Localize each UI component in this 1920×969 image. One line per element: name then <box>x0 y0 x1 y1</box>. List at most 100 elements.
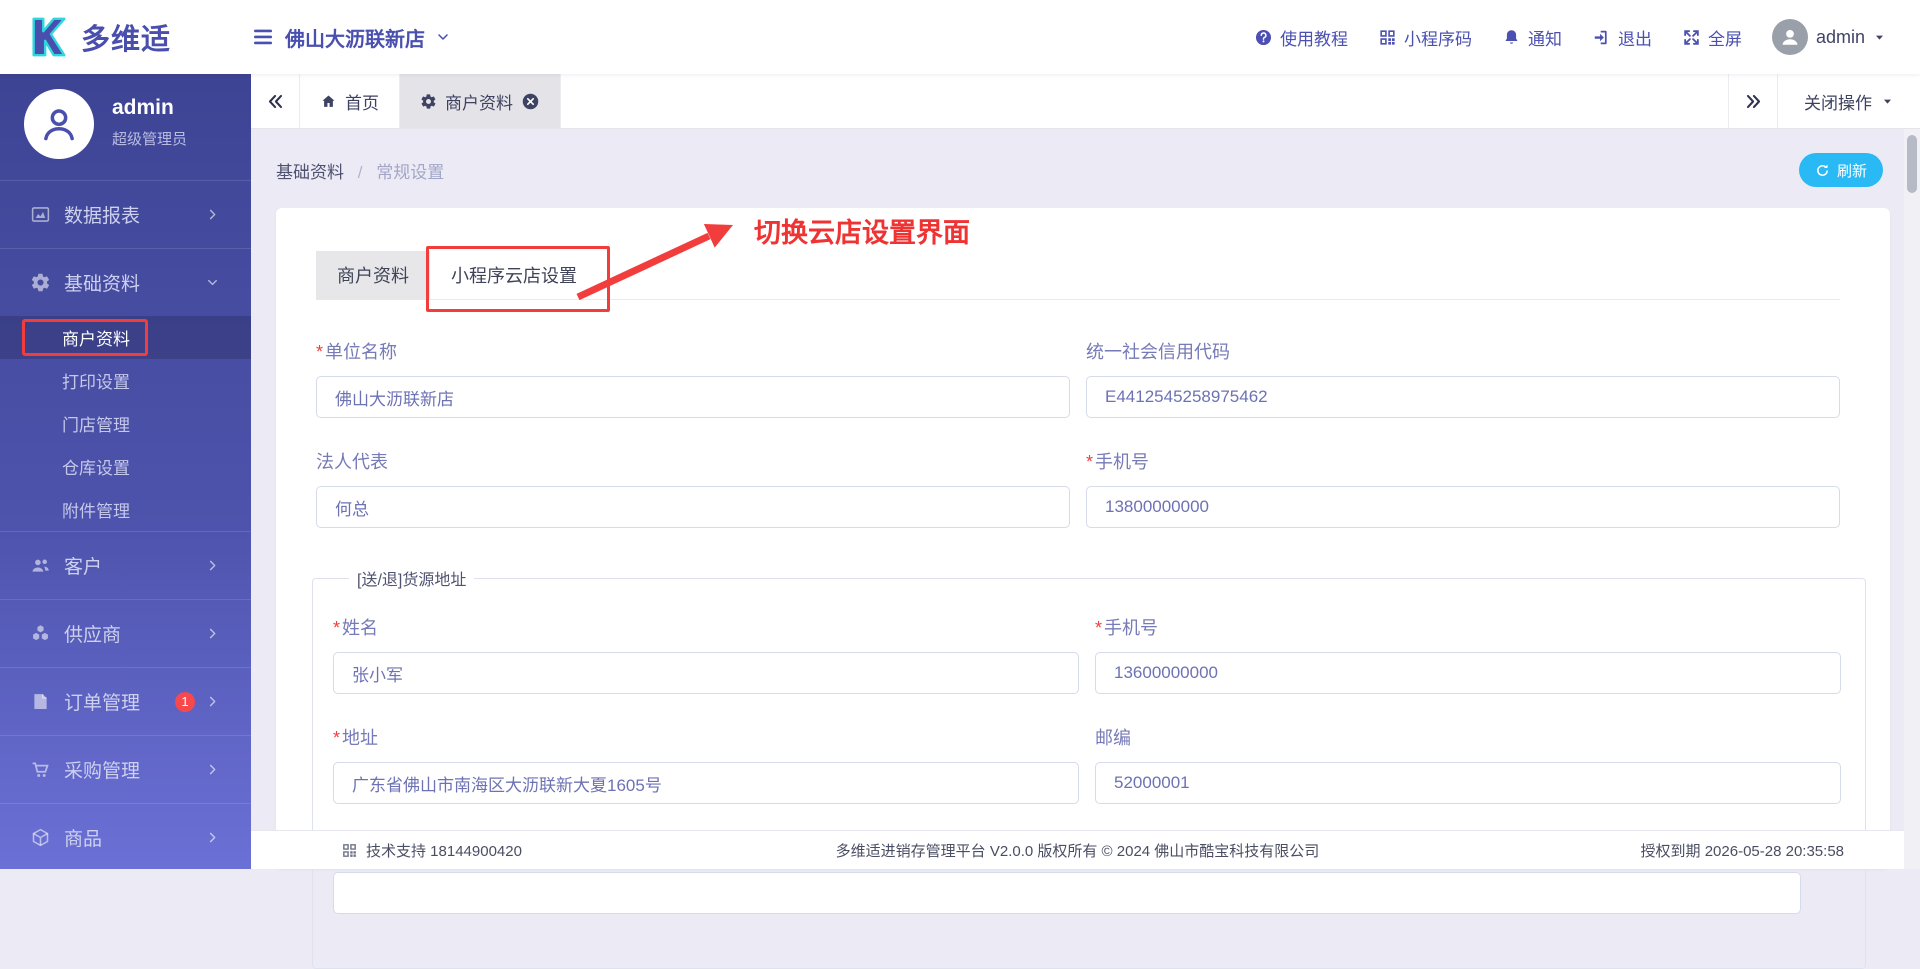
close-operations-label: 关闭操作 <box>1804 89 1872 114</box>
sidebar-item-label: 订单管理 <box>64 688 175 715</box>
qr-code-icon <box>341 842 358 859</box>
fullscreen-button[interactable]: 全屏 <box>1682 25 1742 50</box>
sidebar: admin 超级管理员 数据报表 基础资料 商户资料 打印设置 门店管理 <box>0 74 251 869</box>
user-menu[interactable]: admin <box>1772 19 1886 55</box>
sidebar-submenu: 商户资料 打印设置 门店管理 仓库设置 附件管理 <box>0 316 251 531</box>
sidebar-item-label: 基础资料 <box>64 269 205 296</box>
tutorial-button[interactable]: 使用教程 <box>1254 25 1348 50</box>
legal-rep-label: 法人代表 <box>316 448 1070 474</box>
address-label: 地址 <box>333 724 1079 750</box>
gear-icon <box>30 272 51 293</box>
breadcrumb-section[interactable]: 基础资料 <box>276 163 344 182</box>
sidebar-item-purchasing[interactable]: 采购管理 <box>0 735 251 803</box>
sidebar-item-orders[interactable]: 订单管理 1 <box>0 667 251 735</box>
page-tabbar: 首页 商户资料 关闭操作 <box>251 74 1920 129</box>
home-icon <box>320 93 337 110</box>
footer: 技术支持 18144900420 多维适进销存管理平台 V2.0.0 版权所有 … <box>251 830 1904 869</box>
sidebar-item-products[interactable]: 商品 <box>0 803 251 871</box>
hamburger-icon[interactable] <box>251 25 275 49</box>
logout-button[interactable]: 退出 <box>1592 25 1652 50</box>
notifications-button[interactable]: 通知 <box>1502 25 1562 50</box>
scrollbar-thumb[interactable] <box>1907 135 1917 193</box>
notifications-label: 通知 <box>1528 25 1562 50</box>
fieldset-legend: [送/退]货源地址 <box>349 566 474 590</box>
double-chevron-left-icon <box>266 92 285 111</box>
sidebar-item-merchant-info[interactable]: 商户资料 <box>0 316 251 359</box>
sidebar-item-shop-management[interactable]: 门店管理 <box>0 402 251 445</box>
legal-rep-input[interactable] <box>316 486 1070 528</box>
unit-name-input[interactable] <box>316 376 1070 418</box>
submenu-label: 仓库设置 <box>62 454 130 479</box>
scroll-tabs-right-button[interactable] <box>1728 74 1777 128</box>
vertical-scrollbar[interactable] <box>1904 129 1920 869</box>
contact-name-label: 姓名 <box>333 614 1079 640</box>
map-coordinates-input[interactable] <box>333 872 1801 914</box>
store-name[interactable]: 佛山大沥联新店 <box>285 23 425 52</box>
brand-name: 多维适 <box>81 16 171 58</box>
close-icon[interactable] <box>521 92 540 111</box>
shipping-address-fieldset: [送/退]货源地址 姓名 手机号 地址 <box>312 566 1866 969</box>
brand-k-icon <box>26 14 72 60</box>
phone-input[interactable] <box>1086 486 1840 528</box>
scroll-tabs-left-button[interactable] <box>251 74 300 128</box>
card-tabs: 商户资料 小程序云店设置 <box>316 251 1840 300</box>
chevron-right-icon <box>205 830 220 845</box>
field-contact-phone: 手机号 <box>1095 614 1841 694</box>
phone-label: 手机号 <box>1086 448 1840 474</box>
zipcode-input[interactable] <box>1095 762 1841 804</box>
fullscreen-label: 全屏 <box>1708 25 1742 50</box>
chevron-right-icon <box>205 626 220 641</box>
field-address: 地址 <box>333 724 1079 804</box>
field-zipcode: 邮编 <box>1095 724 1841 804</box>
user-name: admin <box>1816 27 1865 48</box>
tab-home[interactable]: 首页 <box>300 74 400 128</box>
caret-down-icon <box>1881 95 1894 108</box>
double-chevron-right-icon <box>1744 92 1763 111</box>
credit-code-input[interactable] <box>1086 376 1840 418</box>
tab-label: 首页 <box>345 89 379 114</box>
app-header: 多维适 佛山大沥联新店 使用教程 小程序码 通知 退出 全屏 <box>0 0 1920 74</box>
footer-license: 授权到期 2026-05-28 20:35:58 <box>1641 840 1844 861</box>
chart-icon <box>30 204 51 225</box>
header-actions: 使用教程 小程序码 通知 退出 全屏 admin <box>1254 19 1920 55</box>
sidebar-item-print-settings[interactable]: 打印设置 <box>0 359 251 402</box>
avatar <box>24 89 94 159</box>
sidebar-profile: admin 超级管理员 <box>0 74 251 180</box>
contact-phone-label: 手机号 <box>1095 614 1841 640</box>
sidebar-item-attachment-management[interactable]: 附件管理 <box>0 488 251 531</box>
submenu-label: 门店管理 <box>62 411 130 436</box>
unit-name-label: 单位名称 <box>316 338 1070 364</box>
tab-merchant-info[interactable]: 商户资料 <box>400 74 561 128</box>
caret-down-icon <box>1873 31 1886 44</box>
chevron-right-icon <box>205 558 220 573</box>
person-icon <box>38 103 80 145</box>
breadcrumb-current: 常规设置 <box>376 163 444 182</box>
sidebar-item-basic-data[interactable]: 基础资料 <box>0 248 251 316</box>
contact-name-input[interactable] <box>333 652 1079 694</box>
miniprogram-qr-button[interactable]: 小程序码 <box>1378 25 1472 50</box>
chevron-down-icon <box>435 29 451 45</box>
person-icon <box>1779 26 1801 48</box>
box-icon <box>30 827 51 848</box>
tab-merchant-profile[interactable]: 商户资料 <box>316 251 430 299</box>
sidebar-item-label: 数据报表 <box>64 201 205 228</box>
close-operations-dropdown[interactable]: 关闭操作 <box>1777 74 1920 128</box>
refresh-button[interactable]: 刷新 <box>1799 153 1883 187</box>
contact-phone-input[interactable] <box>1095 652 1841 694</box>
sidebar-item-reports[interactable]: 数据报表 <box>0 180 251 248</box>
profile-role: 超级管理员 <box>112 128 187 149</box>
submenu-label: 打印设置 <box>62 368 130 393</box>
store-selector[interactable]: 佛山大沥联新店 <box>251 23 451 52</box>
sidebar-item-suppliers[interactable]: 供应商 <box>0 599 251 667</box>
sidebar-item-customers[interactable]: 客户 <box>0 531 251 599</box>
merchant-form: 单位名称 统一社会信用代码 法人代表 手机号 <box>316 338 1840 969</box>
footer-copyright: 多维适进销存管理平台 V2.0.0 版权所有 © 2024 佛山市酷宝科技有限公… <box>836 840 1320 861</box>
sidebar-item-warehouse-settings[interactable]: 仓库设置 <box>0 445 251 488</box>
question-circle-icon <box>1254 28 1273 47</box>
zipcode-label: 邮编 <box>1095 724 1841 750</box>
support-text: 技术支持 18144900420 <box>366 840 522 861</box>
orders-icon <box>30 691 51 712</box>
address-input[interactable] <box>333 762 1079 804</box>
tab-miniprogram-cloud-store[interactable]: 小程序云店设置 <box>430 251 598 299</box>
orders-badge: 1 <box>175 692 195 712</box>
